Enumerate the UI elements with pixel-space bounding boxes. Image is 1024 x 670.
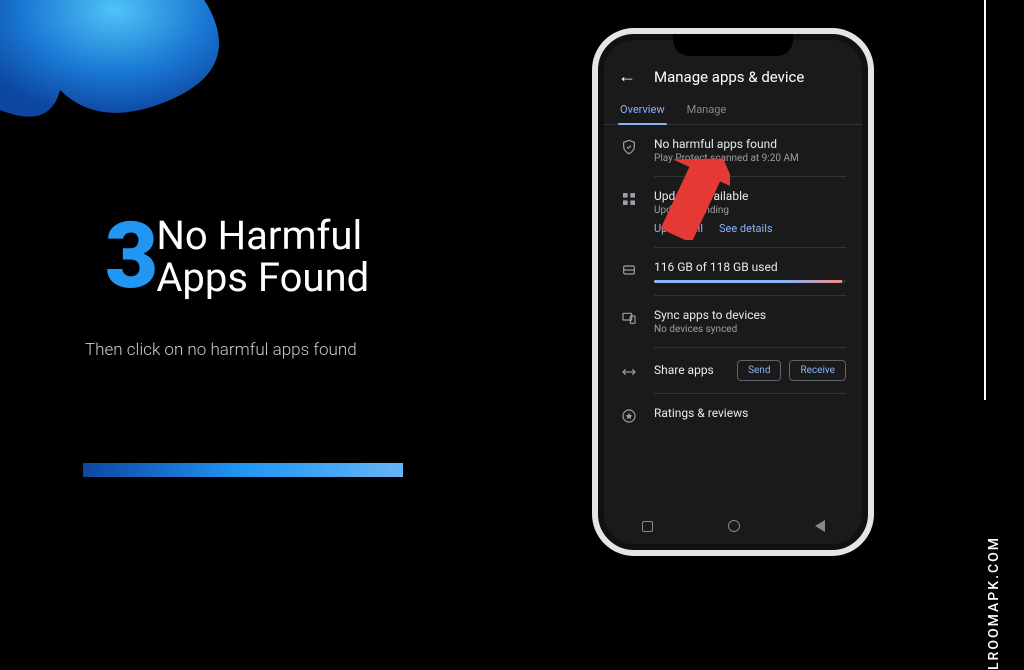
- row-updates[interactable]: Updates available Updates pending Update…: [604, 177, 862, 247]
- nav-recent-icon[interactable]: [642, 521, 653, 532]
- header-title: Manage apps & device: [654, 68, 804, 86]
- star-icon: [620, 406, 638, 424]
- step-number: 3: [105, 216, 154, 299]
- protect-title: No harmful apps found: [654, 137, 846, 151]
- receive-button[interactable]: Receive: [789, 360, 846, 381]
- phone-screen: ← Manage apps & device Overview Manage N…: [604, 40, 862, 544]
- tab-manage[interactable]: Manage: [687, 103, 727, 124]
- step-title-block: 3 No Harmful Apps Found: [105, 215, 369, 299]
- share-icon: [620, 362, 638, 380]
- decorative-blob: [0, 0, 250, 150]
- storage-icon: [620, 260, 638, 278]
- phone-notch: [673, 34, 793, 56]
- row-ratings[interactable]: Ratings & reviews: [604, 394, 862, 436]
- row-sync[interactable]: Sync apps to devices No devices synced: [604, 296, 862, 347]
- tabs: Overview Manage: [604, 97, 862, 125]
- sync-title: Sync apps to devices: [654, 308, 846, 322]
- android-navbar: [604, 512, 862, 540]
- red-arrow-annotation: [660, 150, 730, 240]
- row-storage[interactable]: 116 GB of 118 GB used: [604, 248, 862, 295]
- decorative-vertical-line: [984, 0, 986, 400]
- apps-icon: [620, 189, 638, 207]
- step-heading: No Harmful Apps Found: [156, 215, 369, 299]
- phone-frame: ← Manage apps & device Overview Manage N…: [592, 28, 874, 556]
- nav-back-icon[interactable]: [815, 520, 825, 532]
- row-share: Share apps Send Receive: [604, 348, 862, 393]
- sync-sub: No devices synced: [654, 324, 846, 335]
- share-title: Share apps: [654, 363, 714, 377]
- decorative-bar: [83, 463, 403, 477]
- shield-icon: [620, 137, 638, 155]
- nav-home-icon[interactable]: [728, 520, 740, 532]
- back-icon[interactable]: ←: [618, 66, 636, 87]
- devices-icon: [620, 308, 638, 326]
- row-play-protect[interactable]: No harmful apps found Play Protect scann…: [604, 125, 862, 176]
- ratings-title: Ratings & reviews: [654, 406, 846, 420]
- tab-overview[interactable]: Overview: [620, 103, 665, 124]
- send-button[interactable]: Send: [737, 360, 781, 381]
- storage-bar: [654, 280, 846, 283]
- instruction-text: Then click on no harmful apps found: [85, 340, 357, 360]
- watermark: LROOMAPK.COM: [986, 536, 1002, 670]
- storage-title: 116 GB of 118 GB used: [654, 260, 846, 274]
